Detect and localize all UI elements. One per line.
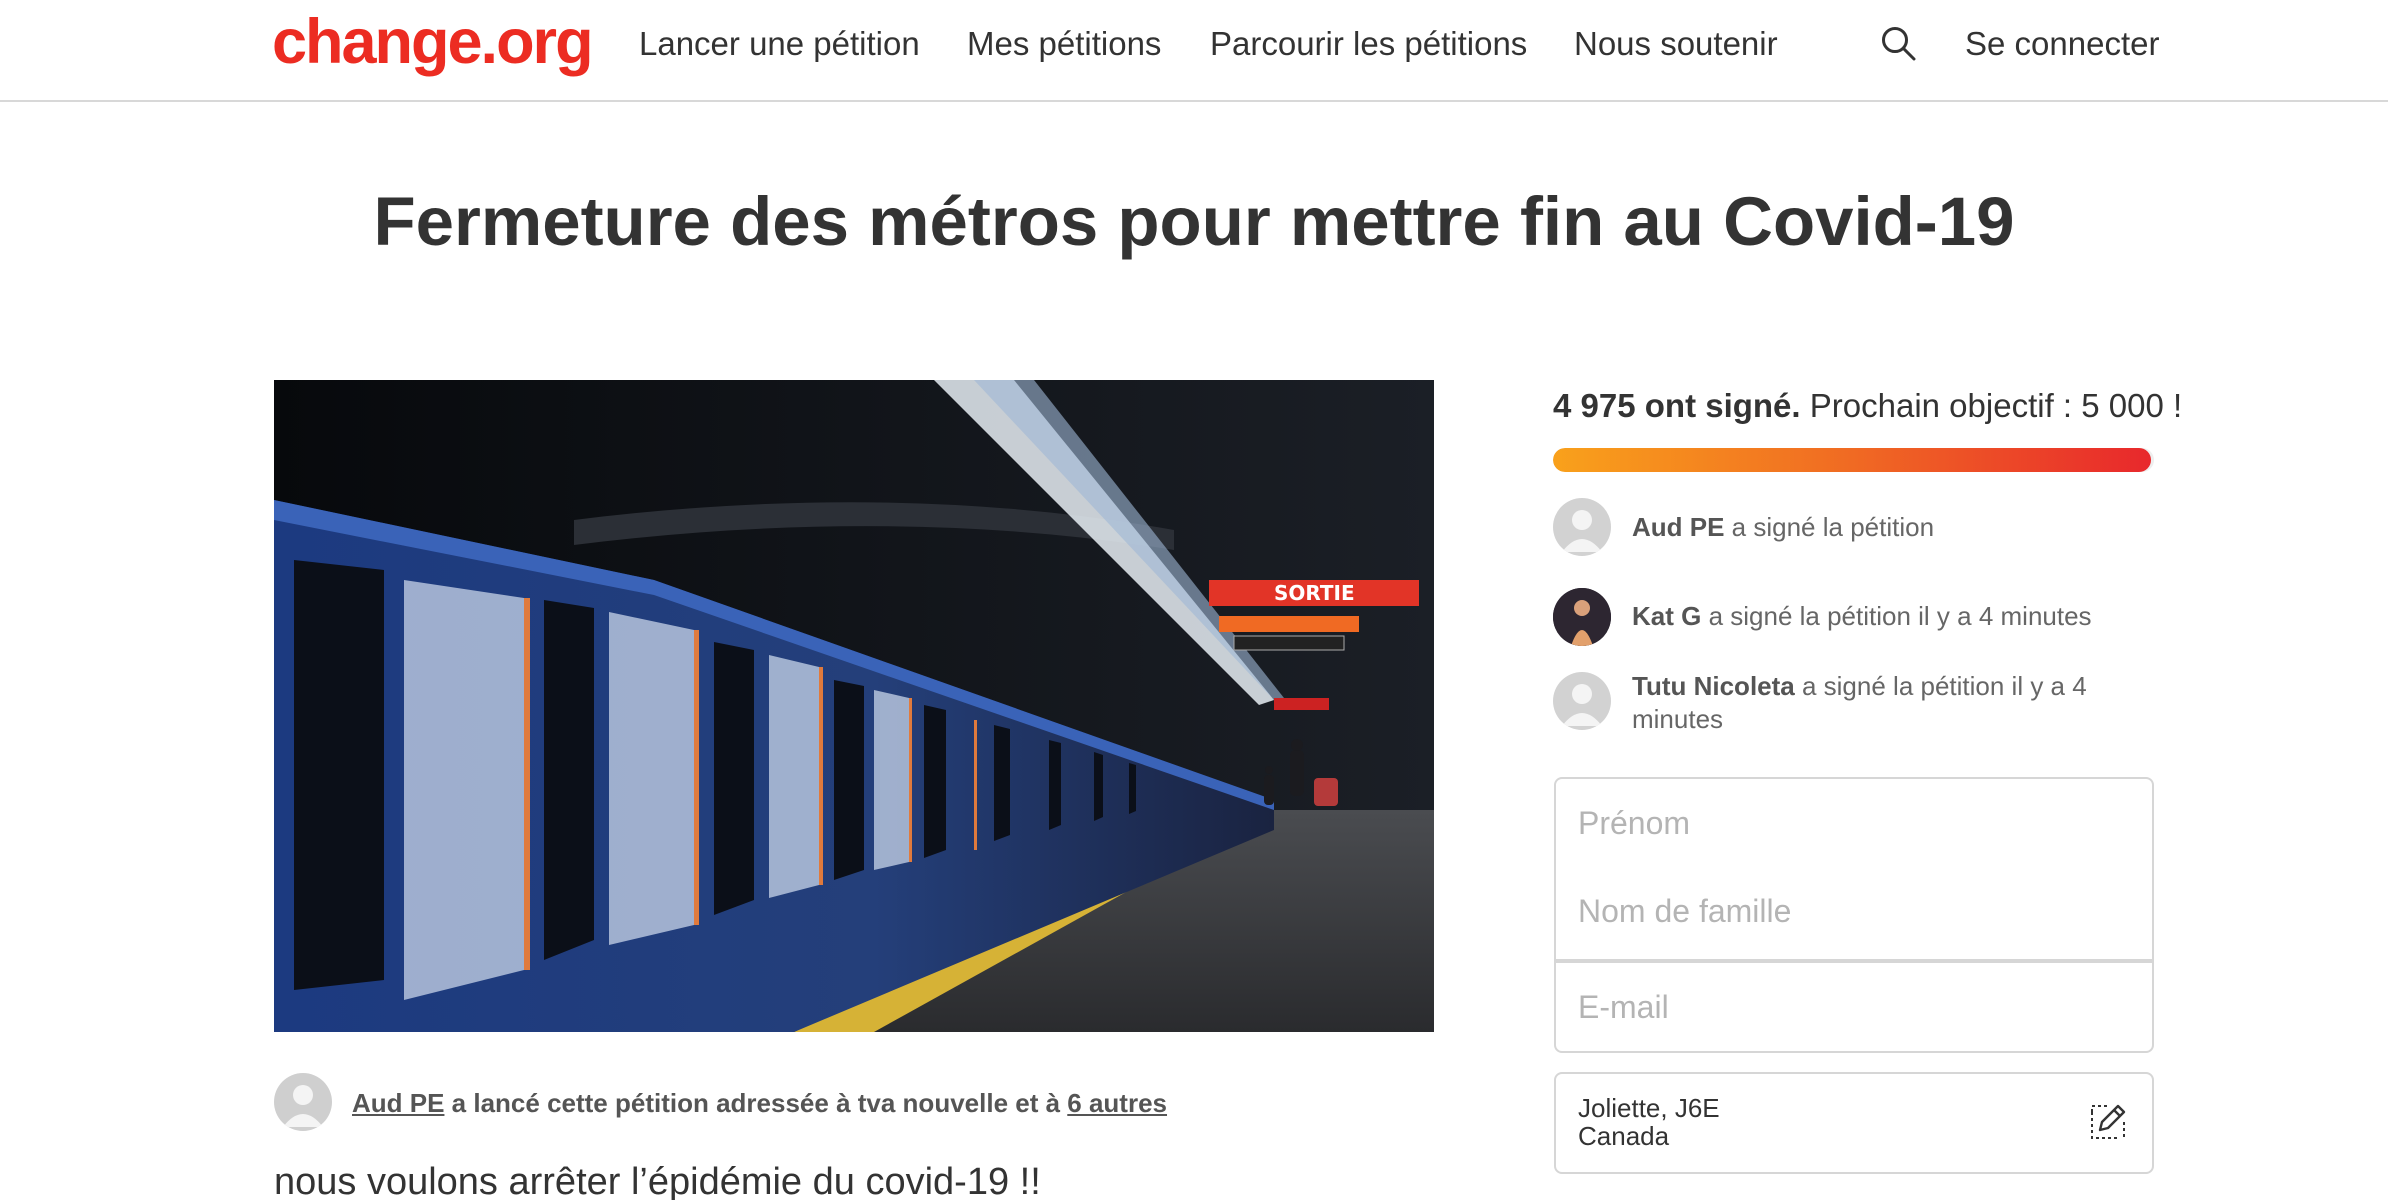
signer-avatar-photo <box>1553 588 1611 646</box>
nav-browse-petitions[interactable]: Parcourir les pétitions <box>1210 22 1527 66</box>
signature-progress-bar <box>1553 448 2154 472</box>
login-link[interactable]: Se connecter <box>1965 22 2159 66</box>
user-silhouette-icon <box>1562 684 1602 726</box>
nav-support-us[interactable]: Nous soutenir <box>1574 22 1778 66</box>
change-org-logo[interactable]: change.org <box>272 6 594 78</box>
edit-location-icon[interactable] <box>2088 1102 2128 1142</box>
author-line-text: a lancé cette pétition adressée à tva no… <box>444 1088 1068 1118</box>
other-recipients-link[interactable]: 6 autres <box>1067 1088 1167 1118</box>
petition-title: Fermeture des métros pour mettre fin au … <box>373 183 2015 260</box>
metro-train-photo: SORTIE <box>274 380 1434 1032</box>
signer-avatar <box>1553 498 1611 556</box>
search-icon[interactable] <box>1880 25 1918 63</box>
signer-name: Kat G <box>1632 601 1702 631</box>
signer-action: a signé la pétition il y a 4 minutes <box>1701 601 2092 631</box>
user-silhouette-icon <box>283 1085 323 1127</box>
signer-name: Aud PE <box>1632 512 1725 542</box>
first-name-field[interactable] <box>1554 777 2154 869</box>
signature-progress-fill <box>1553 448 2151 472</box>
svg-text:SORTIE: SORTIE <box>1274 581 1355 605</box>
next-goal: Prochain objectif : 5 000 ! <box>1800 387 2183 424</box>
petition-image: SORTIE <box>274 380 1434 1032</box>
email-field[interactable] <box>1554 961 2154 1053</box>
first-name-input[interactable] <box>1578 805 2152 842</box>
nav-start-petition[interactable]: Lancer une pétition <box>639 22 920 66</box>
author-avatar[interactable] <box>274 1073 332 1131</box>
last-name-field[interactable] <box>1554 867 2154 961</box>
location-country: Canada <box>1578 1121 1670 1151</box>
last-name-input[interactable] <box>1578 893 2152 930</box>
location-box: Joliette, J6E Canada <box>1554 1072 2154 1174</box>
signer-avatar <box>1553 672 1611 730</box>
location-city: Joliette, J6E <box>1578 1093 1720 1123</box>
signature-count: 4 975 ont signé. Prochain objectif : 5 0… <box>1553 386 2182 426</box>
signer-action: a signé la pétition <box>1724 512 1935 542</box>
site-header: change.org Lancer une pétition Mes pétit… <box>0 0 2388 102</box>
signer-name: Tutu Nicoleta <box>1632 671 1795 701</box>
recent-signer: Kat G a signé la pétition il y a 4 minut… <box>1632 600 2092 633</box>
petition-author-line: Aud PE a lancé cette pétition adressée à… <box>352 1086 1167 1120</box>
profile-photo <box>1553 588 1611 646</box>
recent-signer: Aud PE a signé la pétition <box>1632 511 1934 544</box>
nav-my-petitions[interactable]: Mes pétitions <box>967 22 1161 66</box>
signed-count: 4 975 ont signé. <box>1553 387 1801 424</box>
author-link[interactable]: Aud PE <box>352 1088 444 1118</box>
email-input[interactable] <box>1578 989 2152 1026</box>
recent-signer: Tutu Nicoleta a signé la pétition il y a… <box>1632 670 2152 736</box>
petition-body: nous voulons arrêter l’épidémie du covid… <box>274 1161 1041 1200</box>
user-silhouette-icon <box>1562 510 1602 552</box>
